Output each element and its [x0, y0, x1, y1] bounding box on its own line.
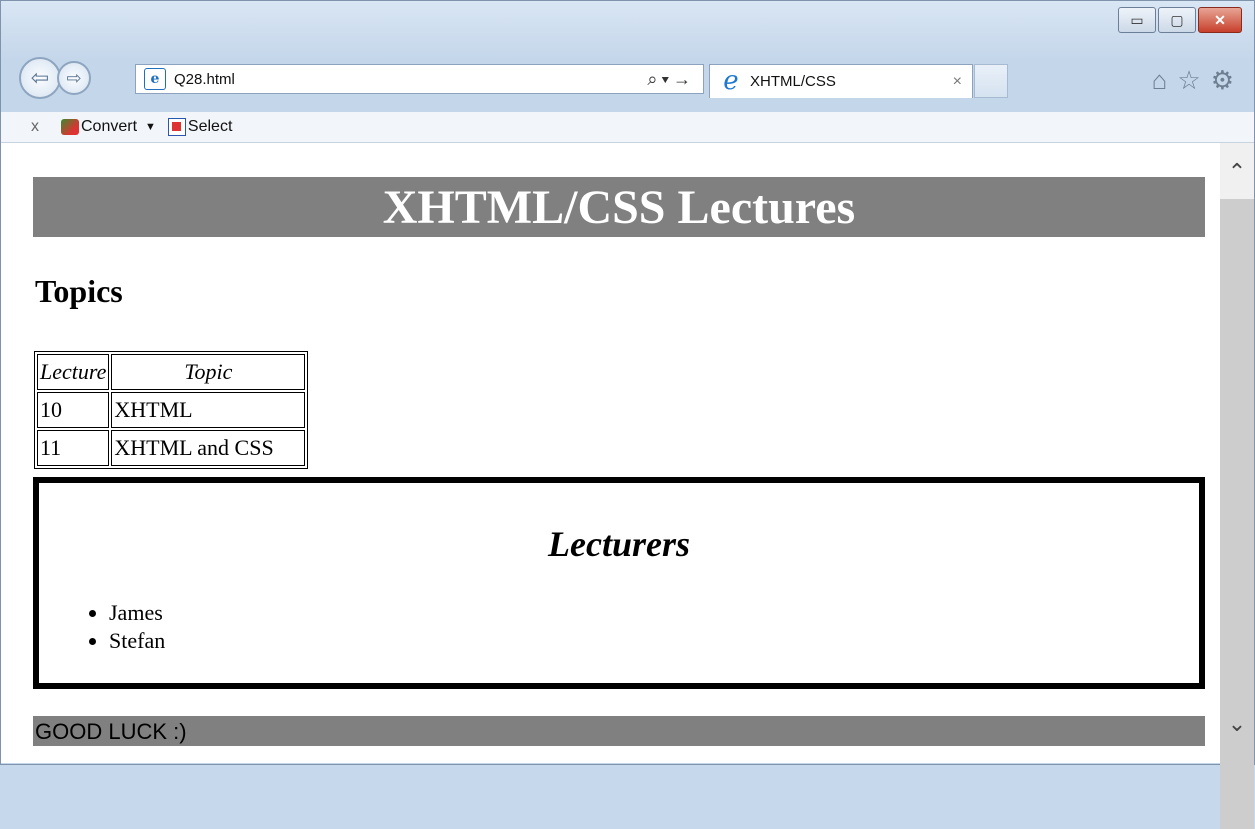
- page-banner: XHTML/CSS Lectures: [33, 177, 1205, 237]
- list-item: James: [109, 599, 165, 627]
- lecturers-list: James Stefan: [87, 599, 165, 655]
- table-header-row: Lecture Topic: [37, 354, 306, 390]
- table-cell: XHTML: [111, 392, 306, 428]
- page-content: XHTML/CSS Lectures Topics Lecture Topic …: [1, 143, 1220, 763]
- scroll-up-icon[interactable]: ⌃: [1220, 157, 1254, 187]
- lectures-table: Lecture Topic 10 XHTML 11 XHTML and CSS: [34, 351, 309, 469]
- list-item: Stefan: [109, 627, 165, 655]
- table-cell: XHTML and CSS: [111, 430, 306, 466]
- new-tab-button[interactable]: [974, 64, 1008, 98]
- close-window-button[interactable]: ✕: [1198, 7, 1242, 33]
- select-icon: [167, 118, 186, 136]
- table-row: 11 XHTML and CSS: [37, 430, 306, 466]
- lecturers-box: Lecturers James Stefan: [33, 477, 1205, 689]
- browser-window: ▭ ▢ ✕ ⇦ ⇨ e Q28.html ⌕▾→ e XHTML/CSS × ⌂…: [0, 0, 1255, 829]
- convert-button[interactable]: Convert ▼: [61, 118, 156, 136]
- table-cell: 11: [37, 430, 110, 466]
- address-bar[interactable]: e Q28.html ⌕▾→: [135, 64, 704, 94]
- table-header: Lecture: [37, 354, 110, 390]
- vertical-scrollbar[interactable]: ⌃ ⌄: [1220, 143, 1254, 829]
- back-button[interactable]: ⇦: [19, 57, 61, 99]
- tab-close-icon[interactable]: ×: [953, 73, 962, 91]
- star-icon[interactable]: ☆: [1177, 65, 1200, 96]
- browser-right-icons: ⌂ ☆ ⚙: [1152, 65, 1234, 96]
- select-button[interactable]: Select: [167, 118, 233, 136]
- forward-button[interactable]: ⇨: [57, 61, 91, 95]
- table-row: 10 XHTML: [37, 392, 306, 428]
- convert-icon: [61, 119, 79, 135]
- chevron-down-icon[interactable]: ▼: [145, 121, 156, 133]
- toolbar-close-button[interactable]: x: [31, 118, 39, 136]
- ie-logo-icon: e: [723, 65, 739, 96]
- tab-xhtml-css[interactable]: e XHTML/CSS ×: [709, 64, 973, 98]
- maximize-button[interactable]: ▢: [1158, 7, 1196, 33]
- home-icon[interactable]: ⌂: [1152, 65, 1168, 96]
- scroll-down-icon[interactable]: ⌄: [1220, 709, 1254, 739]
- command-bar: x Convert ▼ Select: [1, 112, 1254, 143]
- address-url[interactable]: Q28.html: [174, 71, 647, 88]
- navigation-buttons: ⇦ ⇨: [19, 57, 91, 99]
- tab-title: XHTML/CSS: [750, 73, 836, 90]
- gear-icon[interactable]: ⚙: [1211, 65, 1234, 96]
- minimize-button[interactable]: ▭: [1118, 7, 1156, 33]
- select-label: Select: [187, 118, 233, 135]
- table-cell: 10: [37, 392, 110, 428]
- footer-bar: GOOD LUCK :): [33, 716, 1205, 746]
- topics-heading: Topics: [35, 273, 123, 309]
- page-icon: e: [144, 68, 166, 90]
- lecturers-heading: Lecturers: [548, 524, 690, 564]
- search-go-icons[interactable]: ⌕▾→: [647, 69, 695, 90]
- convert-label: Convert: [81, 118, 138, 135]
- window-controls: ▭ ▢ ✕: [1116, 7, 1242, 33]
- table-header: Topic: [111, 354, 306, 390]
